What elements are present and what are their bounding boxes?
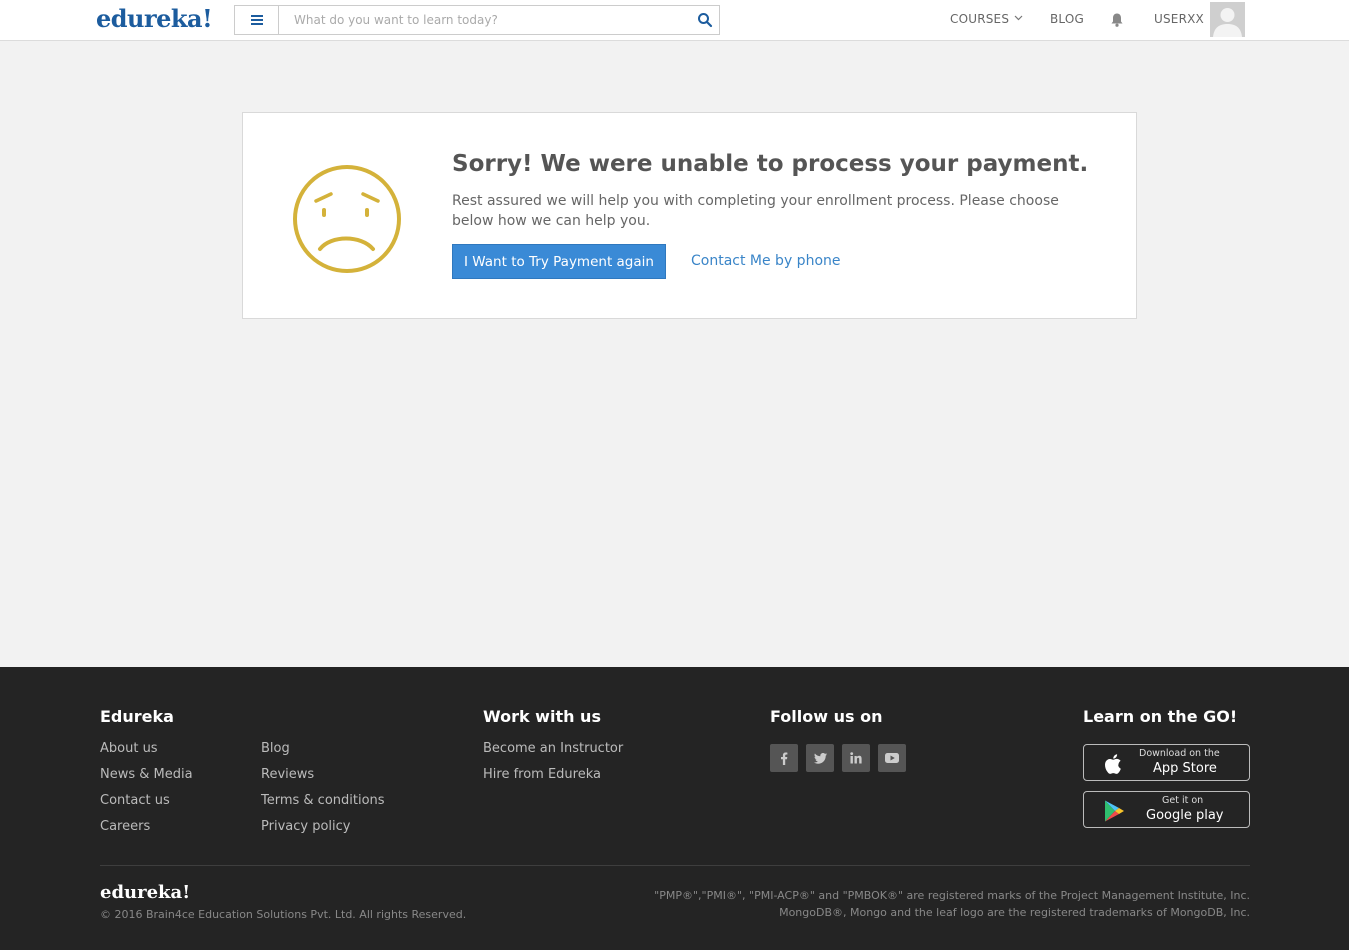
footer-heading-work: Work with us (483, 707, 601, 726)
avatar[interactable] (1210, 2, 1245, 37)
error-message: Rest assured we will help you with compl… (452, 193, 1059, 229)
footer-divider (100, 865, 1250, 866)
footer-link-blog[interactable]: Blog (261, 741, 290, 756)
apple-icon (1105, 754, 1121, 774)
search-icon[interactable] (697, 12, 713, 28)
footer-link-instructor[interactable]: Become an Instructor (483, 741, 623, 756)
footer-link-terms[interactable]: Terms & conditions (261, 793, 385, 808)
nav-courses[interactable]: COURSES (950, 12, 1023, 26)
footer-link-reviews[interactable]: Reviews (261, 767, 314, 782)
google-play-caption: Get it on (1162, 795, 1204, 806)
top-header: edureka! COURSES BLOG USERXX (0, 0, 1349, 41)
nav-courses-label: COURSES (950, 12, 1010, 26)
contact-by-phone-link[interactable]: Contact Me by phone (691, 253, 841, 269)
facebook-icon[interactable] (770, 744, 798, 772)
app-store-caption: Download on the (1139, 748, 1220, 759)
search-bar (234, 5, 720, 35)
site-footer: Edureka About us News & Media Contact us… (0, 667, 1349, 950)
footer-link-about[interactable]: About us (100, 741, 158, 756)
legal-notice-pmi: "PMP®","PMI®", "PMI-ACP®" and "PMBOK®" a… (654, 889, 1250, 902)
menu-button[interactable] (235, 6, 279, 34)
user-placeholder-icon (1210, 2, 1245, 37)
error-title: Sorry! We were unable to process your pa… (452, 151, 1089, 177)
sad-face-icon (293, 165, 401, 273)
footer-link-news[interactable]: News & Media (100, 767, 193, 782)
twitter-icon[interactable] (806, 744, 834, 772)
edureka-logo[interactable]: edureka! (96, 4, 213, 33)
retry-payment-button[interactable]: I Want to Try Payment again (452, 244, 666, 279)
youtube-icon[interactable] (878, 744, 906, 772)
google-play-label: Google play (1146, 808, 1224, 823)
footer-link-careers[interactable]: Careers (100, 819, 150, 834)
app-store-button[interactable]: Download on the App Store (1083, 744, 1250, 781)
nav-blog[interactable]: BLOG (1050, 12, 1084, 26)
payment-error-card: Sorry! We were unable to process your pa… (242, 112, 1137, 319)
google-play-button[interactable]: Get it on Google play (1083, 791, 1250, 828)
footer-link-contact[interactable]: Contact us (100, 793, 170, 808)
google-play-icon (1105, 800, 1124, 822)
footer-link-hire[interactable]: Hire from Edureka (483, 767, 601, 782)
copyright-text: © 2016 Brain4ce Education Solutions Pvt.… (100, 908, 467, 921)
footer-logo: edureka! (100, 882, 191, 903)
footer-link-privacy[interactable]: Privacy policy (261, 819, 350, 834)
app-store-label: App Store (1153, 761, 1217, 776)
hamburger-icon (250, 15, 263, 25)
footer-heading-edureka: Edureka (100, 707, 174, 726)
bell-icon[interactable] (1110, 12, 1124, 28)
chevron-down-icon (1014, 15, 1023, 21)
footer-heading-follow: Follow us on (770, 707, 883, 726)
search-input[interactable] (280, 6, 690, 34)
legal-notice-mongodb: MongoDB®, Mongo and the leaf logo are th… (779, 906, 1250, 919)
linkedin-icon[interactable] (842, 744, 870, 772)
legal-notice: "PMP®","PMI®", "PMI-ACP®" and "PMBOK®" a… (654, 887, 1250, 921)
nav-username[interactable]: USERXX (1154, 12, 1204, 26)
footer-heading-mobile: Learn on the GO! (1083, 707, 1238, 726)
